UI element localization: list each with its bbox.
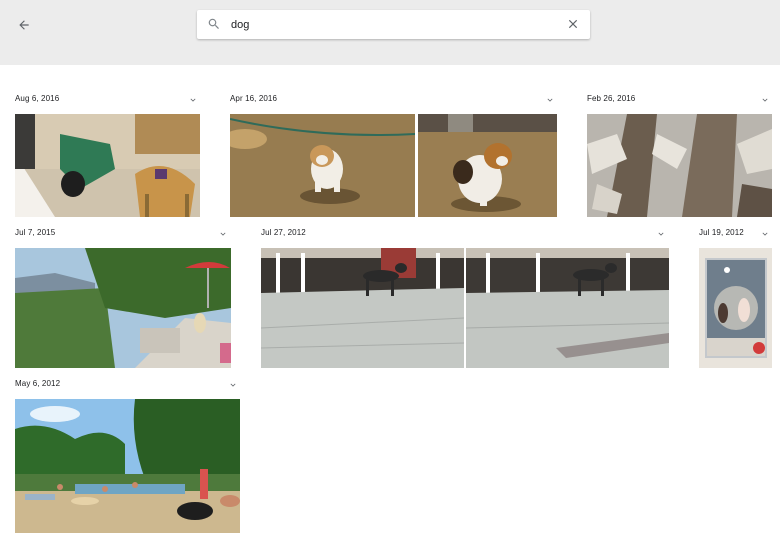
group-date-label: May 6, 2012: [15, 379, 61, 388]
photo-thumbnail[interactable]: [418, 114, 557, 217]
photo-thumbnail[interactable]: [15, 248, 231, 368]
photo-thumbnail[interactable]: [466, 248, 669, 368]
group-date-label: Feb 26, 2016: [587, 94, 636, 103]
photo-thumbnail[interactable]: [699, 248, 772, 368]
back-button[interactable]: [13, 14, 35, 36]
photo-thumbnail[interactable]: [15, 399, 240, 533]
group-date-label: Apr 16, 2016: [230, 94, 278, 103]
close-icon[interactable]: [566, 17, 580, 31]
photo-thumbnail[interactable]: [587, 114, 772, 217]
chevron-down-icon[interactable]: [545, 95, 555, 105]
chevron-down-icon[interactable]: [218, 229, 228, 239]
group-date-label: Aug 6, 2016: [15, 94, 60, 103]
top-bar: [0, 0, 780, 65]
chevron-down-icon[interactable]: [228, 380, 238, 390]
photo-thumbnail[interactable]: [230, 114, 415, 217]
group-date-label: Jul 27, 2012: [261, 228, 306, 237]
search-bar: [197, 10, 590, 39]
group-date-label: Jul 19, 2012: [699, 228, 744, 237]
search-icon: [208, 18, 219, 29]
arrow-back-icon: [19, 20, 29, 30]
chevron-down-icon[interactable]: [188, 95, 198, 105]
search-input[interactable]: [231, 15, 551, 34]
chevron-down-icon[interactable]: [760, 95, 770, 105]
chevron-down-icon[interactable]: [656, 229, 666, 239]
chevron-down-icon[interactable]: [760, 229, 770, 239]
group-date-label: Jul 7, 2015: [15, 228, 56, 237]
photo-thumbnail[interactable]: [15, 114, 200, 217]
photo-thumbnail[interactable]: [261, 248, 464, 368]
